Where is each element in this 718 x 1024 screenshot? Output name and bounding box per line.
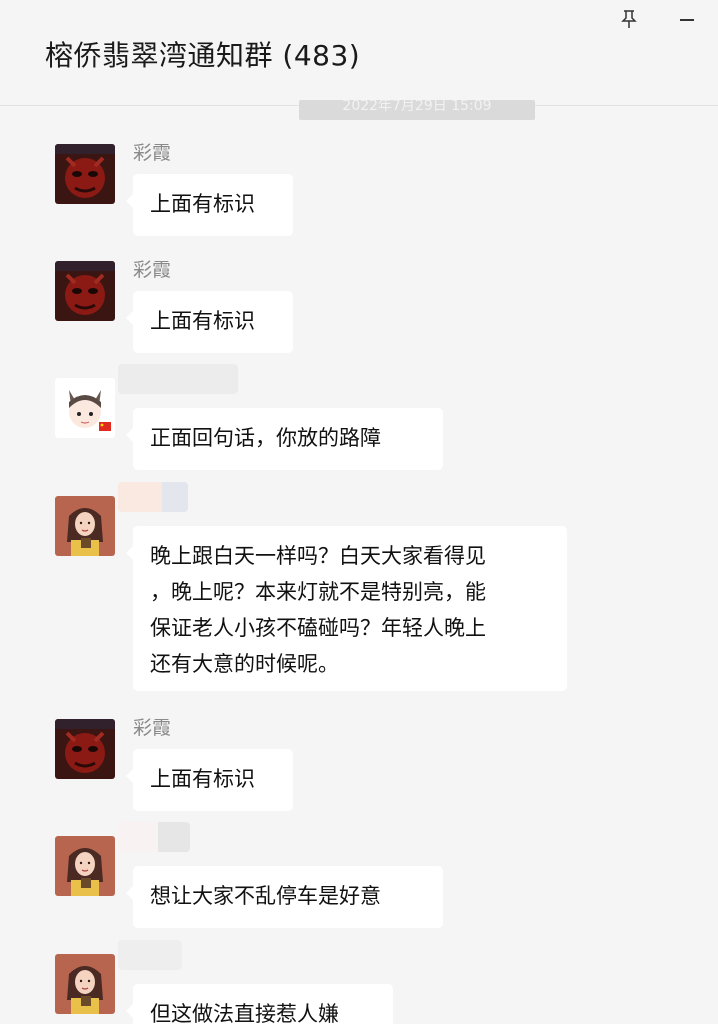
avatar[interactable] [55, 144, 115, 204]
avatar[interactable] [55, 836, 115, 896]
sender-name: 彩霞 [133, 717, 172, 739]
message-text: 但这做法直接惹人嫌 [150, 1002, 339, 1024]
message-bubble[interactable]: 但这做法直接惹人嫌 [126, 984, 393, 1024]
minimize-icon[interactable] [676, 8, 698, 30]
timestamp-badge: 2022年7月29日 15:09 [299, 100, 535, 120]
avatar[interactable] [55, 378, 115, 438]
message-text-line: 晚上跟白天一样吗？白天大家看得见 [150, 544, 486, 568]
sender-name-blurred [118, 482, 188, 512]
message-text-line: ，晚上呢？本来灯就不是特别亮，能 [150, 580, 486, 604]
sender-name-blurred [118, 364, 238, 394]
message-bubble[interactable]: 晚上跟白天一样吗？白天大家看得见 ，晚上呢？本来灯就不是特别亮，能 保证老人小孩… [126, 526, 567, 691]
avatar[interactable] [55, 954, 115, 1014]
message-text: 想让大家不乱停车是好意 [150, 884, 381, 908]
message-bubble[interactable]: 上面有标识 [126, 291, 293, 353]
message-bubble[interactable]: 想让大家不乱停车是好意 [126, 866, 443, 928]
message-text: 上面有标识 [150, 192, 255, 216]
chat-title: 榕侨翡翠湾通知群 (483) [45, 39, 361, 72]
message-text-line: 保证老人小孩不磕碰吗？年轻人晚上 [150, 616, 486, 640]
message-text: 上面有标识 [150, 767, 255, 791]
chat-window: 榕侨翡翠湾通知群 (483) 2022年7月29日 15:09 彩霞 上面有标识… [0, 0, 718, 1024]
message-text: 上面有标识 [150, 309, 255, 333]
chat-header: 榕侨翡翠湾通知群 (483) [0, 0, 718, 106]
sender-name-blurred [118, 822, 190, 852]
message-bubble[interactable]: 上面有标识 [126, 174, 293, 236]
sender-name: 彩霞 [133, 259, 172, 281]
message-text: 正面回句话，你放的路障 [150, 426, 381, 450]
avatar[interactable] [55, 719, 115, 779]
sender-name: 彩霞 [133, 142, 172, 164]
message-text-line: 还有大意的时候呢。 [150, 652, 339, 676]
message-bubble[interactable]: 正面回句话，你放的路障 [126, 408, 443, 470]
avatar[interactable] [55, 261, 115, 321]
avatar[interactable] [55, 496, 115, 556]
sender-name-blurred [118, 940, 182, 970]
message-bubble[interactable]: 上面有标识 [126, 749, 293, 811]
pin-icon[interactable] [618, 8, 640, 30]
